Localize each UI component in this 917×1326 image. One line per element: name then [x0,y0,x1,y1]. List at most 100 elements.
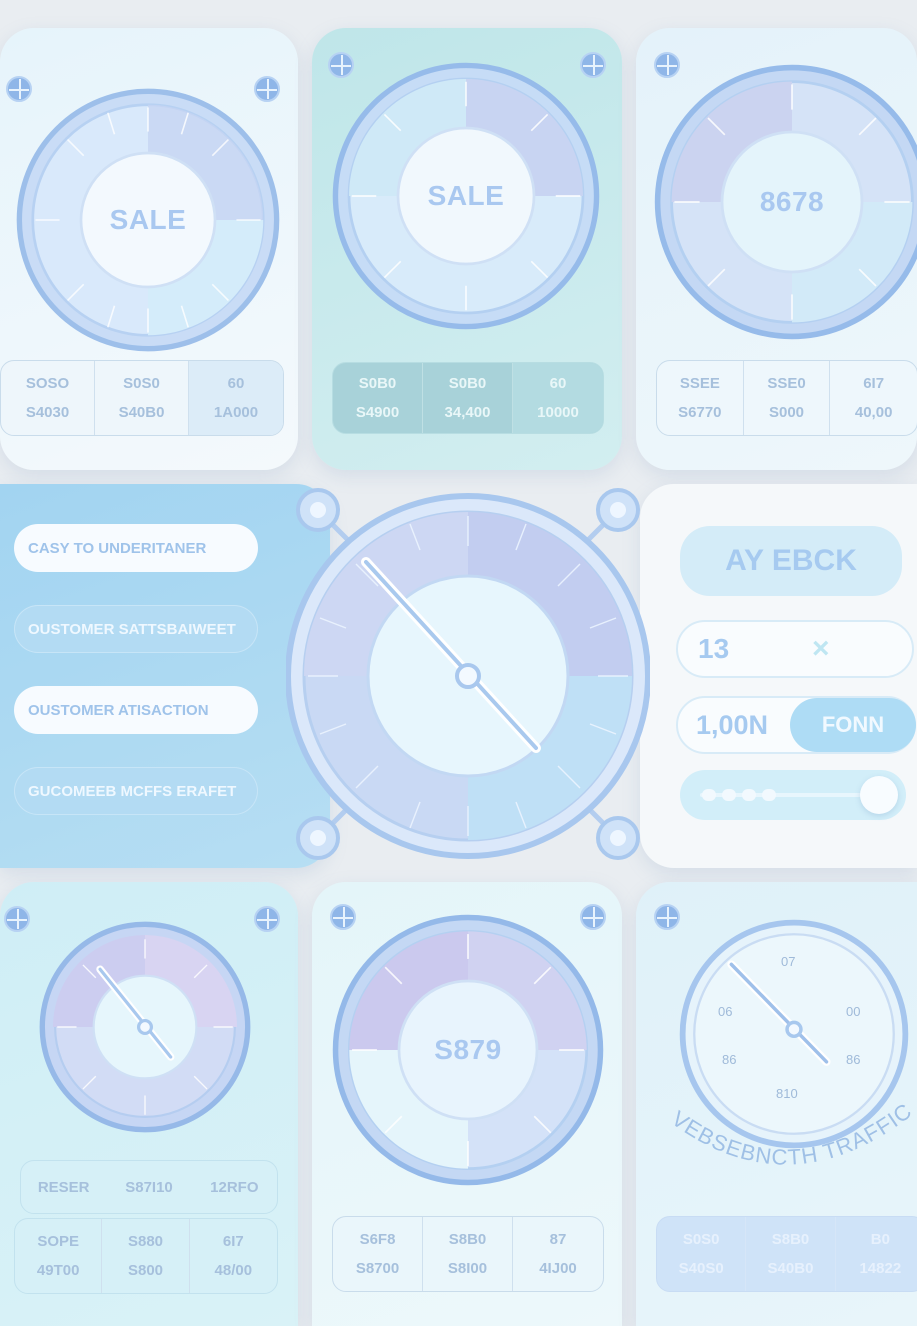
amount-submit-button[interactable]: FONN [790,698,916,752]
stat-value: S8700 [355,1260,400,1277]
stats-cell: 6I7 48/00 [190,1219,277,1293]
gauge-dial-icon [39,921,251,1133]
stats-table: SOSO S4030 S0S0 S40B0 60 1A000 [0,360,284,436]
number-input[interactable]: 13 × [676,620,914,678]
stat-value: 87 [549,1231,567,1248]
option-button[interactable]: GUCOMEEB MCFFS ERAFET [14,767,258,815]
traffic-arc-title: VEBSEBNCTH TRAFFIC [667,1098,917,1170]
stat-value: 48/00 [214,1262,253,1279]
dial-label: 00 [846,1004,861,1019]
amount-submit-label: FONN [821,712,885,737]
stat-value: S40S0 [678,1260,724,1277]
stat-value: SSE0 [767,375,806,392]
reserve-card: RESER S87I10 12RFO SOPE 49T00 S880 S800 6I… [0,882,298,1326]
stat-value: 60 [227,375,245,392]
stats-cell: 87 4IJ00 [513,1217,603,1291]
value-card: 8678 SSEE S6770 SSE0 S000 6I7 40,00 [636,28,917,470]
screw-icon [254,906,280,932]
stats-cell: SOPE 49T00 [15,1219,103,1293]
slider-handle[interactable] [860,776,898,814]
primary-button[interactable]: AY EBCK [680,526,902,596]
stats-table: S0B0 S4900 S0B0 34,400 60 10000 [332,362,604,434]
amount-value: 1,00N [696,709,769,740]
option-button[interactable]: OUSTOMER ATISACTION [14,686,258,734]
stat-value: B0 [870,1231,890,1248]
stat-value: S8I00 [447,1260,488,1277]
stats-cell: B0 14822 [836,1217,917,1291]
sale-card-2: SALE S0B0 S4900 S0B0 34,400 60 10000 [312,28,622,470]
sale-gauge: SALE [14,86,282,354]
stat-value: 10000 [537,404,579,421]
stat-value: 60 [549,375,567,392]
stat-value: S8B0 [771,1231,810,1248]
stats-cell: S6F8 S8700 [333,1217,423,1291]
dial-label: 86 [722,1052,737,1067]
value-gauge: 8678 [652,62,917,342]
stats-cell: S8B0 S8I00 [423,1217,513,1291]
options-panel: CASY TO UNDERITANER OUSTOMER SATTSBAIWEE… [0,484,330,868]
stat-value: S8B0 [448,1231,487,1248]
slider-dots [702,789,776,801]
stat-value: S0B0 [448,375,487,392]
stats-table: RESER S87I10 12RFO [20,1160,278,1214]
slider-track[interactable] [680,770,906,820]
dial-label: 06 [718,1004,733,1019]
svg-text:VEBSEBNCTH TRAFFIC: VEBSEBNCTH TRAFFIC [667,1098,917,1170]
stats-cell: S0S0 S40S0 [657,1217,747,1291]
clear-icon[interactable]: × [812,632,830,666]
reserve-gauge [38,920,252,1134]
value-card-bottom: S879 S6F8 S8700 S8B0 S8I00 87 4IJ00 [312,882,622,1326]
stats-cell: S880 S800 [102,1219,190,1293]
stat-value: 6I7 [863,375,885,392]
stat-value: 34,400 [444,404,491,421]
controls-panel: AY EBCK 13 × 1,00N FONN [640,484,917,868]
screw-icon [654,904,680,930]
traffic-card: 07 06 00 86 86 810 VEBSEBNCTH TRAFFIC S0… [636,882,917,1326]
traffic-arc-text: VEBSEBNCTH TRAFFIC [667,1098,916,1170]
stat-value: S0S0 [682,1231,720,1248]
screw-icon [4,906,30,932]
gauge-center-label: SALE [427,180,505,211]
gauge-center-label: S879 [434,1034,502,1065]
stat-value: S6F8 [359,1231,396,1248]
stat-value: SSEE [679,375,720,392]
main-gauge [285,486,651,862]
stats-cell: 6I7 40,00 [830,361,917,435]
stats-header-cell: 12RFO [210,1178,259,1196]
dial-label: 07 [781,954,796,969]
stats-cell: 60 1A000 [189,361,283,435]
number-input-value: 13 [698,633,730,664]
stats-cell: SOSO S4030 [1,361,95,435]
option-button[interactable]: OUSTOMER SATTSBAIWEET [14,605,258,653]
gauge-center-label: SALE [109,204,187,235]
stats-cell: SSE0 S000 [744,361,831,435]
main-gauge-dial-icon [285,488,651,860]
stats-table: S6F8 S8700 S8B0 S8I00 87 4IJ00 [332,1216,604,1292]
stats-header-cell: S87I10 [125,1178,173,1196]
stat-value: 1A000 [213,404,259,421]
option-button[interactable]: CASY TO UNDERITANER [14,524,258,572]
stat-value: SOSO [25,375,70,392]
stats-cell: S0S0 S40B0 [95,361,189,435]
stat-value: 6I7 [222,1233,244,1250]
stat-value: 14822 [859,1260,902,1277]
stats-table: S0S0 S40S0 S8B0 S40B0 B0 14822 [656,1216,917,1292]
stats-cell: S0B0 S4900 [333,363,423,433]
stat-value: S880 [127,1233,164,1250]
stat-value: S6770 [678,404,722,421]
stat-value: S800 [127,1262,164,1279]
stats-table: SOPE 49T00 S880 S800 6I7 48/00 [14,1218,278,1294]
stats-cell: S8B0 S40B0 [746,1217,836,1291]
stat-value: S4030 [25,404,70,421]
sale-card-1: SALE SOSO S4030 S0S0 S40B0 60 1A000 [0,28,298,470]
stat-value: SOPE [37,1233,79,1250]
gauge-center-label: 8678 [759,186,825,217]
stat-value: S000 [768,404,805,421]
dial-label: 86 [846,1052,861,1067]
stats-table: SSEE S6770 SSE0 S000 6I7 40,00 [656,360,917,436]
stat-value: S0S0 [123,375,160,392]
stats-cell: SSEE S6770 [657,361,744,435]
stat-value: 4IJ00 [539,1260,577,1277]
stats-cell: S0B0 34,400 [423,363,513,433]
stat-value: S40B0 [767,1260,814,1277]
